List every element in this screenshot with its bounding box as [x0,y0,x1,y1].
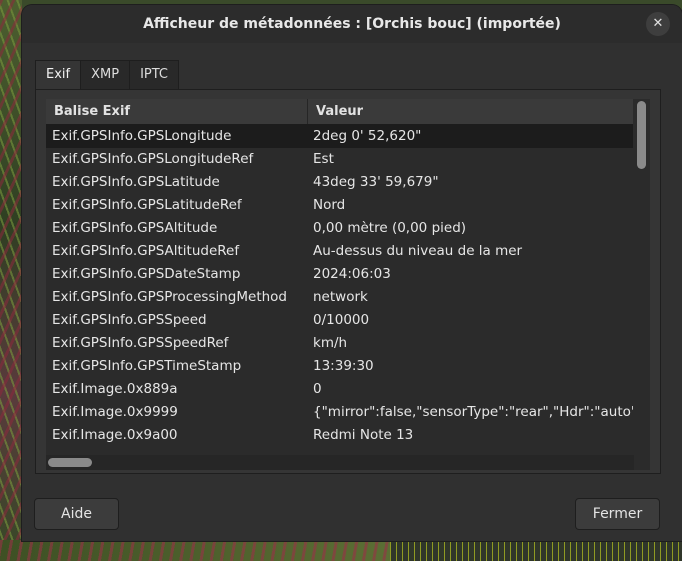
close-window-button[interactable]: ✕ [646,12,670,36]
cell-value: Est [313,151,334,167]
cell-exif-tag: Exif.GPSInfo.GPSLatitudeRef [52,197,242,213]
table-row[interactable]: Exif.GPSInfo.GPSAltitudeRef Au-dessus du … [46,240,633,263]
cell-value: 0,00 mètre (0,00 pied) [313,220,467,236]
table-row[interactable]: Exif.GPSInfo.GPSTimeStamp 13:39:30 [46,355,633,378]
cell-value: 0/10000 [313,312,370,328]
cell-value: {"mirror":false,"sensorType":"rear","Hdr… [313,404,633,420]
desktop-background-bottom-right [390,540,682,561]
exif-table[interactable]: Balise Exif Valeur Exif.GPSInfo.GPSLongi… [46,99,650,470]
metadata-viewer-dialog: Afficheur de métadonnées : [Orchis bouc]… [22,5,682,541]
column-header-exif-tag[interactable]: Balise Exif [46,99,308,124]
close-icon: ✕ [652,16,664,31]
tab-exif[interactable]: Exif [35,60,82,91]
title-bar[interactable]: Afficheur de métadonnées : [Orchis bouc]… [22,5,682,43]
cell-value: 2024:06:03 [313,266,391,282]
cell-exif-tag: Exif.Image.0x9999 [52,404,178,420]
table-row[interactable]: Exif.GPSInfo.GPSProcessingMethod network [46,286,633,309]
cell-exif-tag: Exif.Image.0x889a [52,381,178,397]
cell-exif-tag: Exif.GPSInfo.GPSTimeStamp [52,358,242,374]
cell-exif-tag: Exif.GPSInfo.GPSSpeed [52,312,207,328]
cell-value: 2deg 0' 52,620" [313,128,422,144]
window-title: Afficheur de métadonnées : [Orchis bouc]… [143,16,561,32]
table-body: Exif.GPSInfo.GPSLongitude 2deg 0' 52,620"… [46,125,633,445]
cell-value: Nord [313,197,346,213]
table-row[interactable]: Exif.Image.0x9999 {"mirror":false,"sensor… [46,401,633,424]
cell-value: 0 [313,381,322,397]
horizontal-scrollbar[interactable] [46,455,634,470]
cell-exif-tag: Exif.GPSInfo.GPSLongitude [52,128,232,144]
table-row[interactable]: Exif.Image.0x889a 0 [46,378,633,401]
tab-xmp[interactable]: XMP [80,60,131,89]
column-header-value[interactable]: Valeur [308,99,633,124]
desktop-background-bottom [0,540,390,561]
cell-exif-tag: Exif.GPSInfo.GPSDateStamp [52,266,241,282]
cell-value: Redmi Note 13 [313,427,414,443]
cell-exif-tag: Exif.GPSInfo.GPSLongitudeRef [52,151,254,167]
cell-value: Au-dessus du niveau de la mer [313,243,523,259]
horizontal-scrollbar-thumb[interactable] [48,458,92,467]
table-row[interactable]: Exif.Image.0x9a00 Redmi Note 13 [46,424,633,447]
tab-bar: Exif XMP IPTC [35,60,180,91]
table-row[interactable]: Exif.GPSInfo.GPSSpeed 0/10000 [46,309,633,332]
help-button[interactable]: Aide [34,498,119,530]
table-row[interactable]: Exif.GPSInfo.GPSAltitude 0,00 mètre (0,00… [46,217,633,240]
cell-exif-tag: Exif.GPSInfo.GPSLatitude [52,174,220,190]
cell-exif-tag: Exif.GPSInfo.GPSProcessingMethod [52,289,287,305]
table-row[interactable]: Exif.GPSInfo.GPSLongitudeRef Est [46,148,633,171]
cell-value: 43deg 33' 59,679" [313,174,439,190]
table-header: Balise Exif Valeur [46,99,633,125]
tab-panel-exif: Balise Exif Valeur Exif.GPSInfo.GPSLongi… [35,89,661,474]
cell-exif-tag: Exif.GPSInfo.GPSSpeedRef [52,335,229,351]
table-row[interactable]: Exif.GPSInfo.GPSLatitudeRef Nord [46,194,633,217]
table-row[interactable]: Exif.GPSInfo.GPSDateStamp 2024:06:03 [46,263,633,286]
table-row[interactable]: Exif.GPSInfo.GPSSpeedRef km/h [46,332,633,355]
vertical-scrollbar[interactable] [634,99,649,455]
table-row[interactable]: Exif.GPSInfo.GPSLongitude 2deg 0' 52,620" [46,125,633,148]
cell-value: network [313,289,368,305]
cell-value: km/h [313,335,348,351]
cell-exif-tag: Exif.GPSInfo.GPSAltitudeRef [52,243,240,259]
cell-value: 13:39:30 [313,358,374,374]
desktop-background-left [0,0,22,561]
close-button[interactable]: Fermer [575,498,660,530]
table-row[interactable]: Exif.GPSInfo.GPSLatitude 43deg 33' 59,679… [46,171,633,194]
cell-exif-tag: Exif.GPSInfo.GPSAltitude [52,220,218,236]
tab-iptc[interactable]: IPTC [129,60,180,89]
cell-exif-tag: Exif.Image.0x9a00 [52,427,178,443]
vertical-scrollbar-thumb[interactable] [637,101,646,169]
